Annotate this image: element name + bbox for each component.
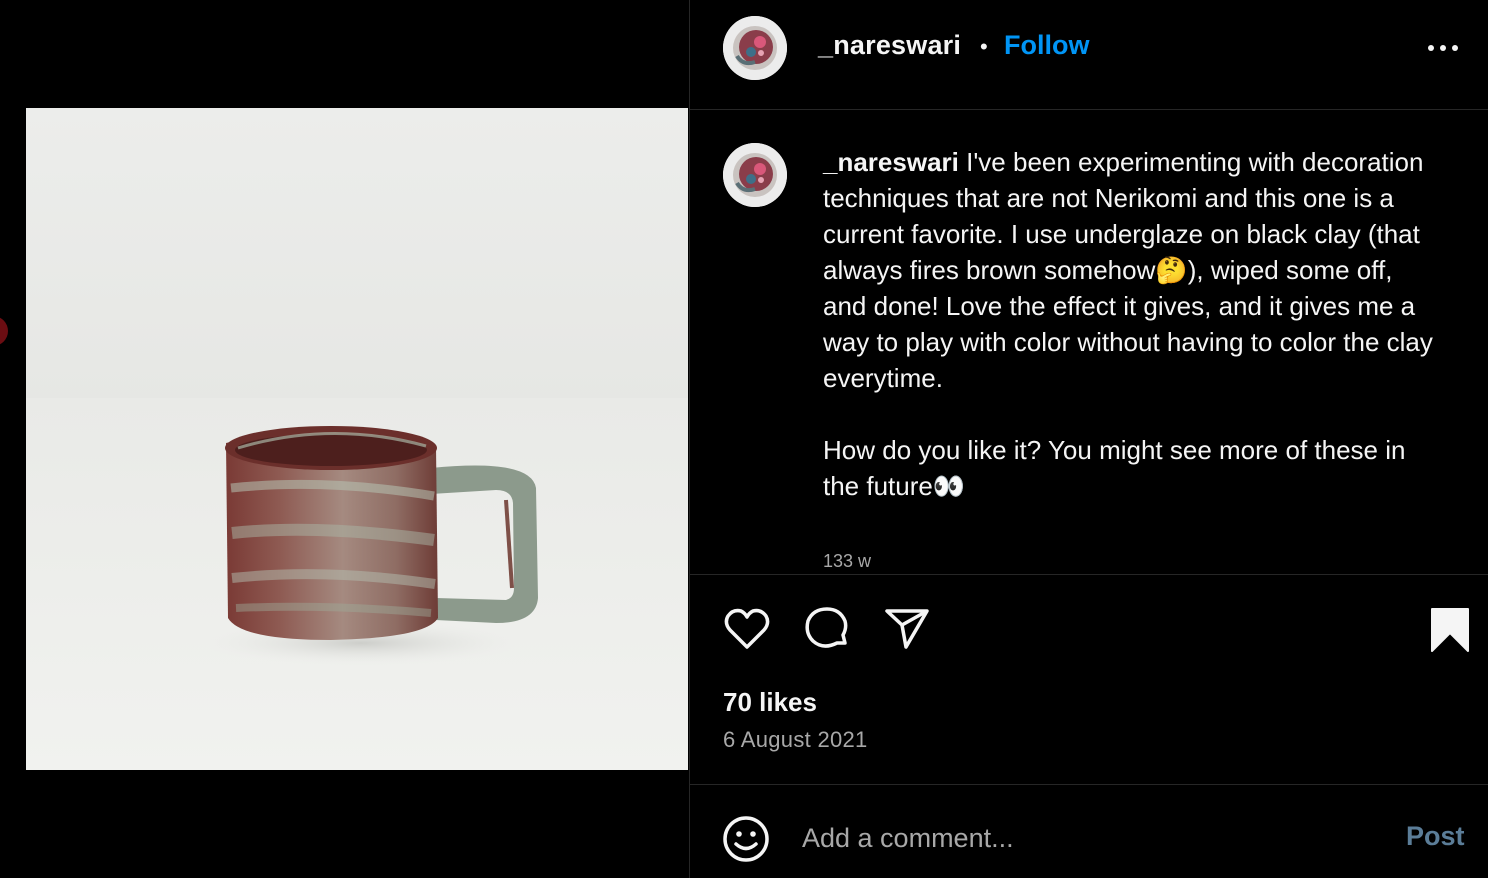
caption-section: _nareswari I've been experimenting with … [690,111,1488,575]
more-horizontal-icon[interactable] [1425,36,1461,60]
caption-text: _nareswari I've been experimenting with … [823,144,1438,504]
separator-dot: • [980,34,988,59]
post-header: _nareswari • Follow [690,0,1488,110]
username-link[interactable]: _nareswari [818,30,961,61]
bookmark-icon[interactable] [1425,605,1475,653]
emoji-icon[interactable] [722,815,770,863]
post-viewer: _nareswari • Follow _nareswari I've been… [0,0,1488,878]
post-photo[interactable] [26,108,688,770]
comment-input[interactable] [802,815,1382,861]
follow-button[interactable]: Follow [1004,30,1089,61]
share-icon[interactable] [882,605,932,653]
action-bar [690,576,1488,686]
caption-avatar[interactable] [723,143,787,207]
caption-timestamp: 133 w [823,551,872,571]
likes-count[interactable]: 70 likes [723,687,817,718]
comment-bar: Post [690,784,1488,878]
post-comment-button[interactable]: Post [1406,821,1465,852]
media-pane [0,0,689,878]
caption-username[interactable]: _nareswari [823,147,959,177]
post-details-pane: _nareswari • Follow _nareswari I've been… [689,0,1488,878]
caption-body: I've been experimenting with decoration … [823,147,1433,501]
heart-icon[interactable] [722,605,772,653]
avatar[interactable] [723,16,787,80]
story-ring-edge [0,316,8,346]
post-date: 6 August 2021 [723,727,868,752]
comment-icon[interactable] [802,605,852,653]
mug-photo-image [26,108,688,770]
